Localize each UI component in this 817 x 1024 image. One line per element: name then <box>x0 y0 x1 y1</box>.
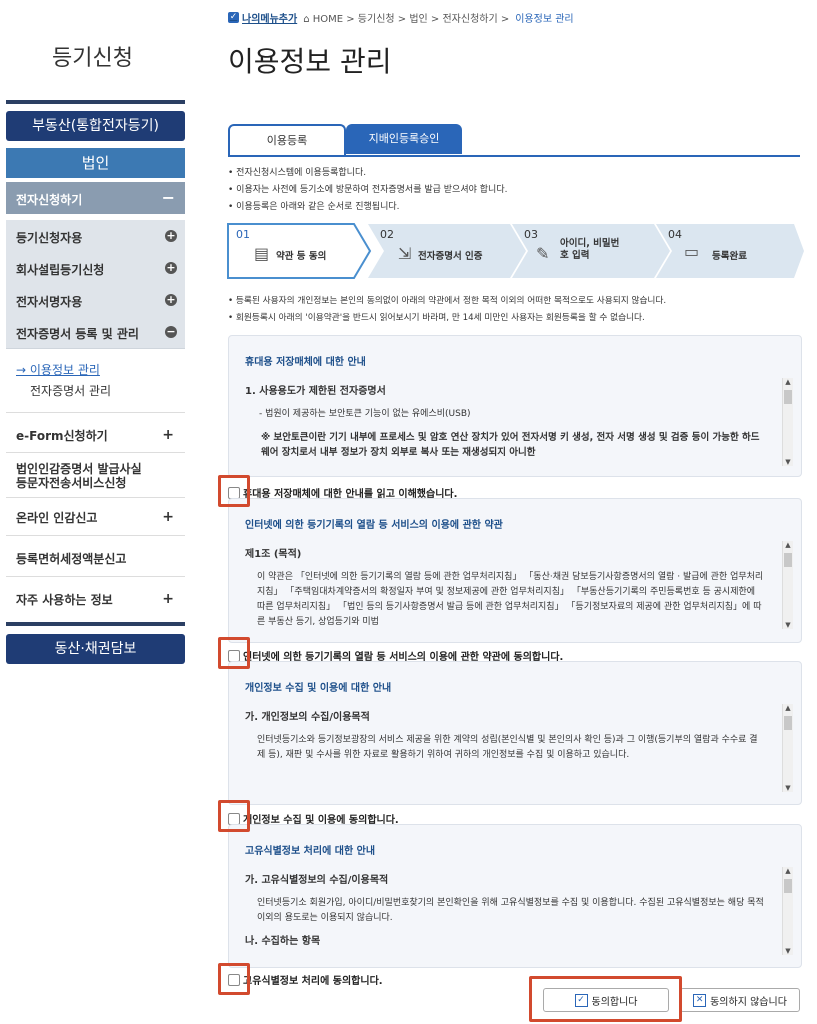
sidebar-item-esubmit[interactable]: 전자신청하기 − <box>6 182 185 214</box>
highlight-box <box>218 800 250 832</box>
tab-underline <box>228 155 800 157</box>
scrollbar[interactable]: ▲ ▼ <box>782 867 793 955</box>
sidebar-divider <box>6 622 185 626</box>
collapse-icon: − <box>161 188 175 207</box>
scrollbar[interactable]: ▲ ▼ <box>782 378 793 466</box>
highlight-box <box>218 475 250 507</box>
terms-box-unique-id: 고유식별정보 처리에 대한 안내 가. 고유식별정보의 수집/이용목적 인터넷등… <box>228 824 802 968</box>
sidebar-sub-usage-info[interactable]: → 이용정보 관리 <box>16 361 100 378</box>
highlight-box <box>218 963 250 995</box>
terms-scroll-area[interactable]: 제1조 (목적) 이 약관은 「인터넷에 의한 등기기록의 열람 등에 관한 업… <box>241 541 787 629</box>
sidebar-sub-cert-manage[interactable]: 전자증명서 관리 <box>30 382 111 399</box>
certificate-icon: ⇲ <box>398 244 412 263</box>
terms-scroll-area[interactable]: 가. 고유식별정보의 수집/이용목적 인터넷등기소 회원가입, 아이디/비밀번호… <box>241 867 787 955</box>
terms-box-privacy: 개인정보 수집 및 이용에 대한 안내 가. 개인정보의 수집/이용목적 인터넷… <box>228 661 802 805</box>
pen-icon: ✎ <box>536 244 550 263</box>
disagree-button[interactable]: ✕ 동의하지 않습니다 <box>680 988 800 1012</box>
sidebar-title: 등기신청 <box>52 46 133 71</box>
minus-circle-icon: − <box>165 325 177 338</box>
divider <box>6 452 185 453</box>
nav-movable-collateral-button[interactable]: 동산·채권담보 <box>6 634 185 664</box>
plus-icon: + <box>162 427 174 443</box>
sidebar-item-signer[interactable]: 전자서명자용 + <box>6 284 185 317</box>
tab-registration[interactable]: 이용등록 <box>228 124 346 156</box>
document-icon: ▤ <box>254 244 270 263</box>
divider <box>6 576 185 577</box>
plus-circle-icon: + <box>165 229 177 242</box>
sidebar-item-applicant[interactable]: 등기신청자용 + <box>6 220 185 253</box>
tab-manager-approval[interactable]: 지배인등록승인 <box>346 124 462 154</box>
step-1: 01 ▤ 약관 등 동의 <box>236 228 327 263</box>
sidebar-item-cert-manage[interactable]: 전자증명서 등록 및 관리 − <box>6 316 185 349</box>
sidebar-item-frequent-info[interactable]: 자주 사용하는 정보 + <box>16 591 174 608</box>
terms-scroll-area[interactable]: 가. 개인정보의 수집/이용목적 인터넷등기소와 등기정보광장의 서비스 제공을… <box>241 704 787 792</box>
intro-bullets: • 전자신청시스템에 이용등록합니다. • 이용자는 사전에 등기소에 방문하여… <box>228 168 508 212</box>
terms-box-storage: 휴대용 저장매체에 대한 안내 1. 사용용도가 제한된 전자증명서 - 법원이… <box>228 335 802 477</box>
terms-scroll-area[interactable]: 1. 사용용도가 제한된 전자증명서 - 법원이 제공하는 보안토큰 기능이 없… <box>241 378 787 466</box>
scrollbar[interactable]: ▲ ▼ <box>782 541 793 629</box>
sidebar-item-company-setup[interactable]: 회사설립등기신청 + <box>6 252 185 285</box>
divider <box>6 412 185 413</box>
step-3: 03 ✎ 아이디, 비밀번 호 입력 <box>524 228 620 263</box>
plus-circle-icon: + <box>165 261 177 274</box>
sidebar-item-seal-sms[interactable]: 법인인감증명서 발급사실 등문자전송서비스신청 <box>16 462 181 490</box>
monitor-icon: ▭ <box>684 242 700 261</box>
add-my-menu-link[interactable]: ✓ 나의메뉴추가 <box>228 10 297 25</box>
sidebar-item-license-tax[interactable]: 등록면허세정액분신고 <box>16 550 174 567</box>
step-2: 02 ⇲ 전자증명서 인증 <box>380 228 483 263</box>
step-4: 04 ▭ 등록완료 <box>668 228 747 262</box>
scrollbar[interactable]: ▲ ▼ <box>782 704 793 792</box>
plus-icon: + <box>162 591 174 607</box>
breadcrumb: ✓ 나의메뉴추가 ⌂ HOME > 등기신청 > 법인 > 전자신청하기 > 이용… <box>228 8 574 26</box>
plus-circle-icon: + <box>165 293 177 306</box>
close-icon: ✕ <box>693 993 707 1007</box>
breadcrumb-current: 이용정보 관리 <box>515 13 574 25</box>
divider <box>6 497 185 498</box>
check-icon: ✓ <box>228 11 239 23</box>
plus-icon: + <box>162 509 174 525</box>
breadcrumb-path: ⌂ HOME > 등기신청 > 법인 > 전자신청하기 > <box>303 13 510 25</box>
nav-corporate-button[interactable]: 법인 <box>6 148 185 178</box>
terms-box-service: 인터넷에 의한 등기기록의 열람 등 서비스의 이용에 관한 약관 제1조 (목… <box>228 498 802 643</box>
page-title: 이용정보 관리 <box>228 45 392 78</box>
sidebar-divider <box>6 100 185 104</box>
divider <box>6 535 185 536</box>
highlight-box <box>218 637 250 669</box>
highlight-box <box>529 976 682 1022</box>
sidebar-item-online-seal[interactable]: 온라인 인감신고 + <box>16 509 174 526</box>
notice-bullets: • 등록된 사용자의 개인정보는 본인의 동의없이 아래의 약관에서 정한 목적… <box>228 296 667 323</box>
nav-realestate-button[interactable]: 부동산(통합전자등기) <box>6 111 185 141</box>
sidebar-item-eform[interactable]: e-Form신청하기 + <box>16 427 174 444</box>
agree-unique-id-checkbox-row[interactable]: 고유식별정보 처리에 동의합니다. <box>228 972 383 987</box>
